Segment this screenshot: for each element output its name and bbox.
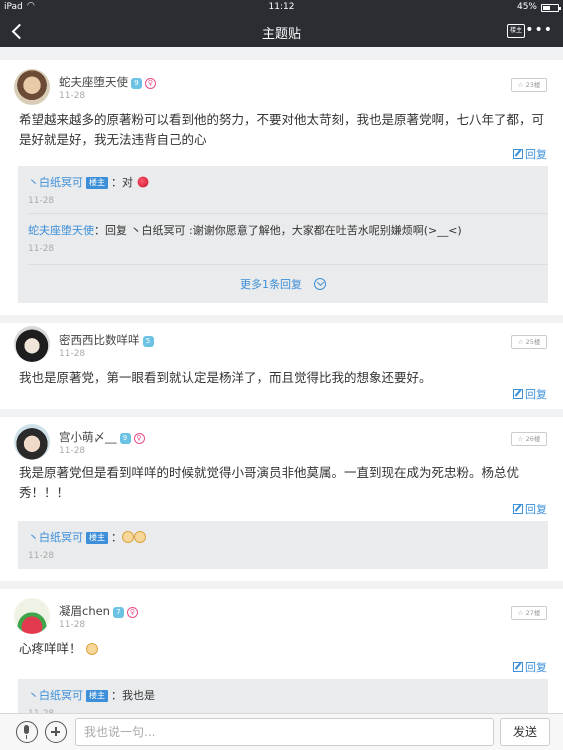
sub-replies: 丶白纸冥可 楼主 ：对 11-28 蛇夫座堕天使：回复 丶白纸冥可 :谢谢你愿意了解…	[18, 166, 548, 303]
nav-bar: 主题贴 楼主 •••	[0, 16, 563, 47]
owner-only-button[interactable]: 楼主	[507, 24, 525, 38]
status-time: 11:12	[268, 2, 295, 12]
avatar[interactable]	[14, 326, 50, 362]
heart-emoji-icon	[137, 176, 148, 188]
list-item[interactable]: 丶白纸冥可 楼主 ：对 11-28	[18, 166, 548, 214]
reply-date: 11-28	[28, 196, 55, 206]
reply-username[interactable]: 蛇夫座堕天使	[28, 224, 94, 237]
reply-username[interactable]: 丶白纸冥可	[28, 689, 83, 702]
female-icon: ♀	[145, 78, 156, 89]
floor-badge: ☆ 27楼	[511, 606, 547, 620]
floor-badge: ☆ 23楼	[511, 78, 547, 92]
smiley-emoji-icon	[134, 531, 146, 543]
reply-button[interactable]: 回复	[513, 501, 547, 517]
sub-replies: 丶白纸冥可楼主：我也是 11-28	[18, 679, 548, 713]
post-26: 宫小萌〆__ 9 ♀ 11-28 ☆ 26楼 我是原著党但是看到咩咩的时候就觉得小哥…	[0, 417, 563, 581]
reply-date: 11-28	[28, 551, 55, 561]
edit-icon	[513, 149, 523, 159]
reply-button[interactable]: 回复	[513, 146, 547, 162]
reply-text: ：	[111, 531, 122, 544]
add-icon[interactable]	[45, 721, 67, 743]
more-replies-button[interactable]: 更多1条回复	[18, 276, 548, 292]
owner-tag: 楼主	[86, 177, 108, 189]
username[interactable]: 宫小萌〆__	[59, 430, 117, 444]
avatar[interactable]	[14, 424, 50, 460]
reply-username[interactable]: 丶白纸冥可	[28, 531, 83, 544]
smiley-emoji-icon	[122, 531, 134, 543]
reply-text: ：对	[111, 176, 133, 189]
comment-composer: 发送	[0, 713, 563, 750]
edit-icon	[513, 504, 523, 514]
battery-percent: 45%	[516, 2, 537, 12]
level-badge: 7	[112, 607, 124, 618]
avatar[interactable]	[14, 598, 50, 634]
avatar[interactable]	[14, 69, 50, 105]
post-content: 心疼咩咩！	[19, 641, 82, 656]
edit-icon	[513, 662, 523, 672]
smiley-emoji-icon	[85, 643, 98, 655]
post-date: 11-28	[59, 446, 86, 456]
list-item[interactable]: 丶白纸冥可楼主：我也是 11-28	[18, 679, 548, 713]
edit-icon	[513, 389, 523, 399]
post-content: 我是原著党但是看到咩咩的时候就觉得小哥演员非他莫属。一直到现在成为死忠粉。杨总优…	[19, 465, 520, 500]
chevron-down-icon	[314, 278, 326, 290]
female-icon: ♀	[126, 607, 138, 618]
list-item[interactable]: 丶白纸冥可 楼主： 11-28	[18, 521, 548, 569]
post-27: 凝眉chen 7 ♀ 11-28 ☆ 27楼 心疼咩咩！ 回复 丶白纸冥可 楼主 ：我也…	[0, 589, 563, 713]
post-date: 11-28	[59, 620, 86, 630]
reply-button[interactable]: 回复	[513, 659, 547, 675]
reply-text: ：我也是	[111, 689, 155, 702]
status-bar: iPad ◠ 11:12 45%	[0, 0, 563, 16]
send-button[interactable]: 发送	[500, 718, 550, 746]
post-23: 蛇夫座堕天使 9 ♀ 11-28 ☆ 23楼 希望越来越多的原著粉可以看到他的努力，…	[0, 60, 563, 315]
reply-text: ：回复 丶白纸冥可 :谢谢你愿意了解他，大家都在吐苦水呢别嫌烦啊(>__<)	[94, 224, 462, 237]
sub-replies: 丶白纸冥可 楼主： 11-28	[18, 521, 548, 569]
female-icon: ♀	[133, 433, 145, 444]
more-options-icon[interactable]: •••	[525, 22, 553, 38]
username[interactable]: 密西西比数咩咩	[59, 333, 140, 347]
level-badge: 9	[131, 78, 142, 89]
page-title: 主题贴	[261, 27, 301, 42]
level-badge: 9	[119, 433, 131, 444]
post-content: 希望越来越多的原著粉可以看到他的努力，不要对他太苛刻，我也是原著党啊，七八年了都…	[19, 112, 545, 147]
reply-button[interactable]: 回复	[513, 386, 547, 402]
divider	[28, 264, 548, 265]
battery-icon	[541, 4, 561, 12]
post-25: 密西西比数咩咩 5 11-28 ☆ 25楼 我也是原著党，第一眼看到就认定是杨洋了…	[0, 323, 563, 409]
comment-input[interactable]	[75, 718, 494, 746]
reply-date: 11-28	[28, 244, 55, 254]
level-badge: 5	[142, 336, 154, 347]
username[interactable]: 凝眉chen	[59, 604, 110, 618]
floor-badge: ☆ 26楼	[511, 432, 547, 446]
owner-tag: 楼主	[86, 690, 108, 702]
floor-badge: ☆ 25楼	[511, 335, 547, 349]
post-date: 11-28	[59, 349, 86, 359]
post-date: 11-28	[59, 91, 86, 101]
list-item[interactable]: 蛇夫座堕天使：回复 丶白纸冥可 :谢谢你愿意了解他，大家都在吐苦水呢别嫌烦啊(>…	[18, 214, 548, 264]
reply-username[interactable]: 丶白纸冥可	[28, 176, 83, 189]
owner-tag: 楼主	[86, 532, 108, 544]
post-content: 我也是原著党，第一眼看到就认定是杨洋了，而且觉得比我的想象还要好。	[19, 370, 432, 385]
username[interactable]: 蛇夫座堕天使	[59, 75, 128, 89]
microphone-icon[interactable]	[16, 721, 38, 743]
